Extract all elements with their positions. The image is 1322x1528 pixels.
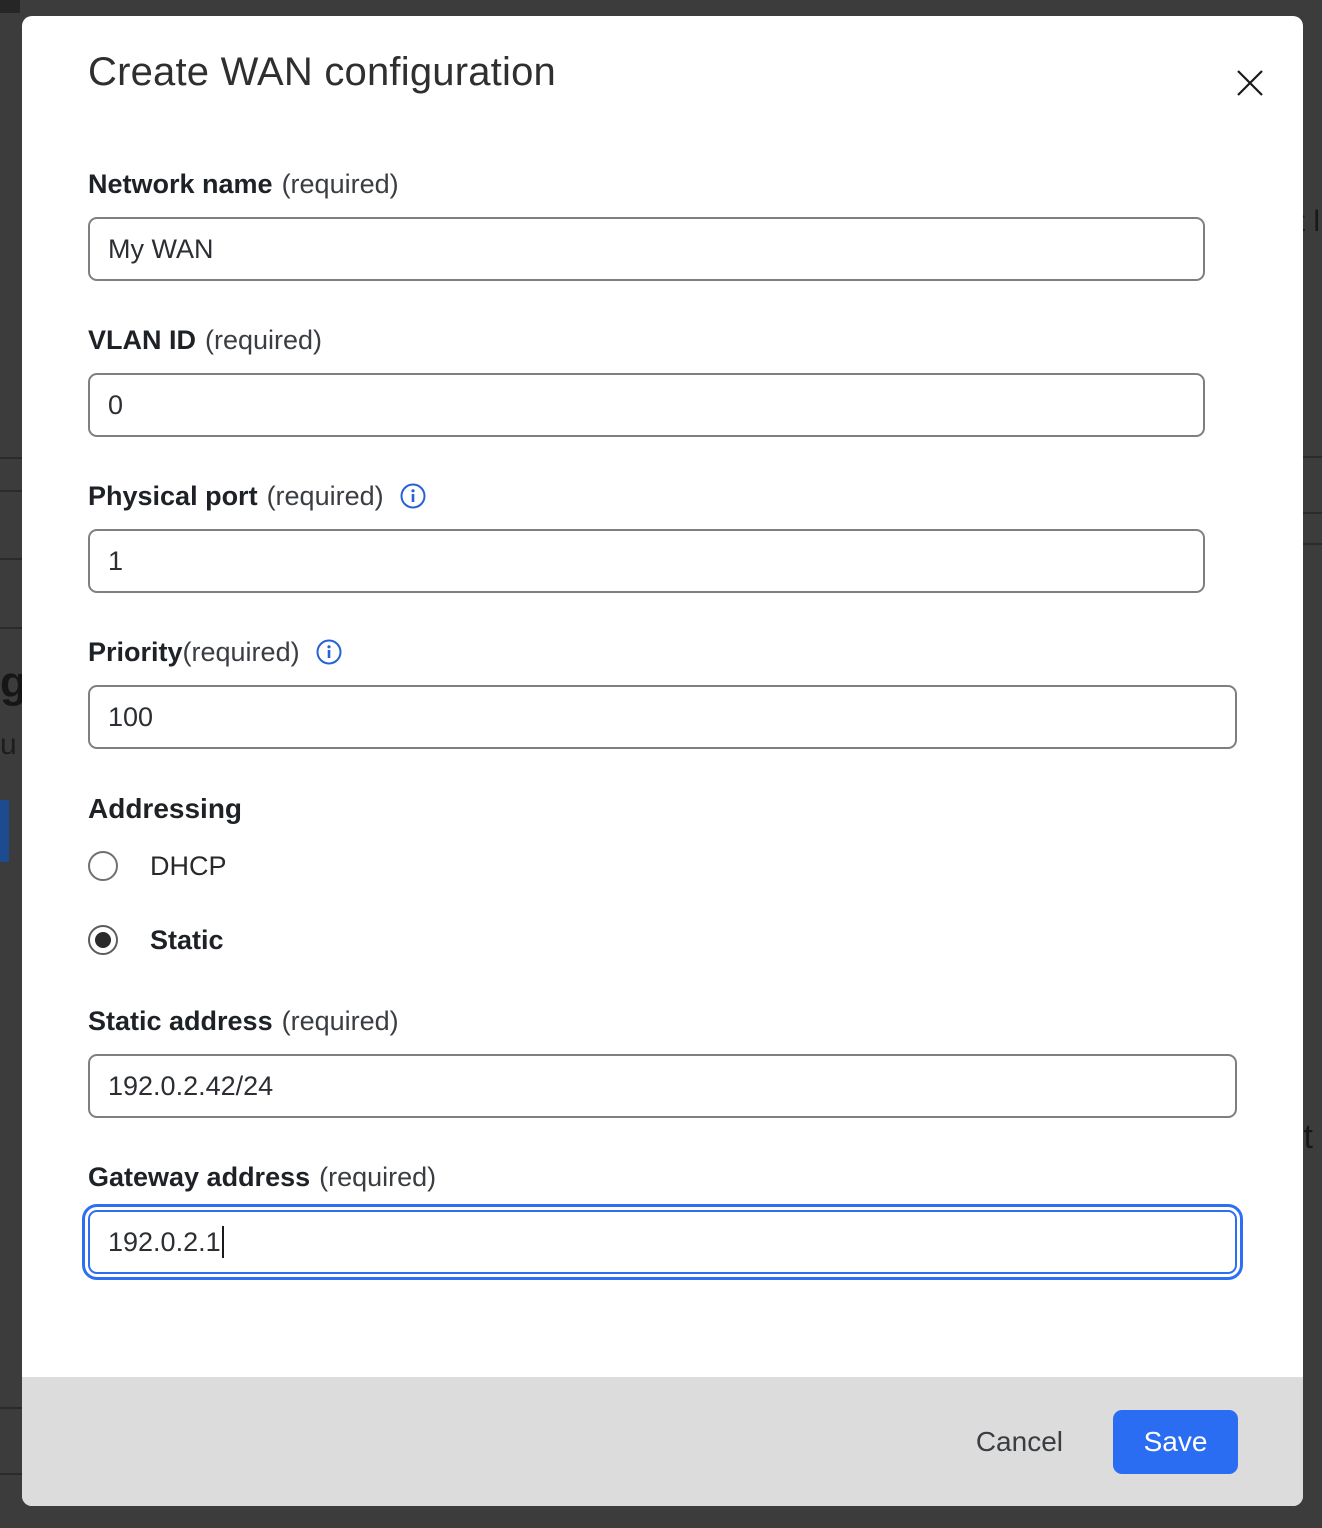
- background-divider: [0, 1407, 22, 1409]
- background-divider: [0, 490, 22, 492]
- radio-option-dhcp[interactable]: DHCP: [88, 850, 1237, 882]
- priority-field-group: Priority (required): [88, 636, 1237, 749]
- background-fragment: [0, 0, 20, 13]
- dialog-title: Create WAN configuration: [88, 48, 1237, 96]
- dialog-footer: Cancel Save: [22, 1377, 1303, 1506]
- static-address-field-group: Static address (required): [88, 1005, 1237, 1118]
- background-fragment: [0, 800, 9, 862]
- background-text-fragment: u: [0, 728, 17, 762]
- radio-selected-icon: [88, 925, 118, 955]
- background-divider: [0, 558, 22, 560]
- static-address-input[interactable]: [88, 1054, 1237, 1118]
- create-wan-configuration-dialog: Create WAN configuration Network name (r…: [22, 16, 1303, 1506]
- gateway-address-value: 192.0.2.1: [108, 1227, 221, 1258]
- network-name-input[interactable]: [88, 217, 1205, 281]
- vlan-id-field-group: VLAN ID (required): [88, 324, 1237, 437]
- radio-dhcp-label: DHCP: [150, 851, 227, 882]
- background-divider: [0, 627, 22, 629]
- physical-port-field-group: Physical port (required): [88, 480, 1237, 593]
- radio-static-label: Static: [150, 925, 224, 956]
- background-divider: [1303, 543, 1322, 545]
- gateway-address-field-group: Gateway address (required) 192.0.2.1: [88, 1161, 1237, 1274]
- gateway-address-input[interactable]: 192.0.2.1: [88, 1210, 1237, 1274]
- vlan-id-input[interactable]: [88, 373, 1205, 437]
- radio-option-static[interactable]: Static: [88, 924, 1237, 956]
- priority-input[interactable]: [88, 685, 1237, 749]
- vlan-id-label: VLAN ID (required): [88, 324, 1237, 356]
- background-divider: [1303, 456, 1322, 458]
- addressing-heading: Addressing: [88, 792, 1237, 826]
- background-text-fragment: t: [1304, 1118, 1313, 1157]
- priority-label: Priority (required): [88, 636, 1237, 668]
- physical-port-label: Physical port (required): [88, 480, 1237, 512]
- physical-port-input[interactable]: [88, 529, 1205, 593]
- network-name-field-group: Network name (required): [88, 168, 1237, 281]
- text-cursor: [222, 1226, 224, 1258]
- gateway-address-label: Gateway address (required): [88, 1161, 1237, 1193]
- static-address-label: Static address (required): [88, 1005, 1237, 1037]
- background-divider: [0, 1473, 22, 1475]
- cancel-button[interactable]: Cancel: [952, 1412, 1087, 1472]
- save-button[interactable]: Save: [1113, 1410, 1238, 1474]
- network-name-label: Network name (required): [88, 168, 1237, 200]
- info-icon[interactable]: [400, 483, 426, 509]
- info-icon[interactable]: [316, 639, 342, 665]
- radio-unselected-icon: [88, 851, 118, 881]
- background-divider: [1303, 512, 1322, 514]
- addressing-section: Addressing DHCP Static: [88, 792, 1237, 956]
- background-divider: [0, 457, 22, 459]
